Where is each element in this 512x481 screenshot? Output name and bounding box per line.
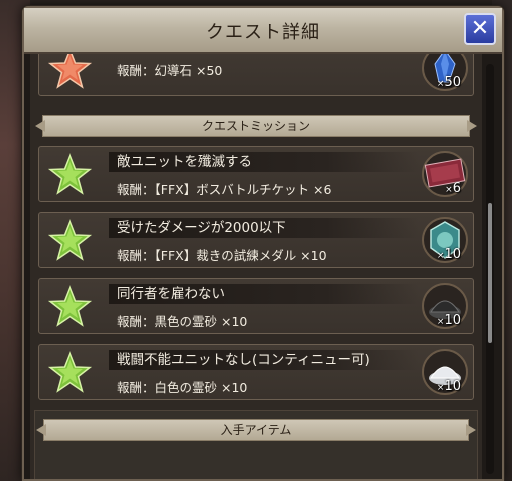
mission-title: 同行者を雇わない [109,284,419,304]
scrollbar-thumb[interactable] [488,203,492,343]
mission-reward: 報酬：【FFX】ボスバトルチケット ×6 [117,182,332,197]
dialog-title: クエスト詳細 [206,22,320,43]
trial-medal-item[interactable]: ×10 [421,216,469,264]
item-quantity: ×10 [436,313,461,328]
top-reward-text: 報酬：幻導石 ×50 [117,63,223,78]
top-reward-row: 報酬：幻導石 ×50 ×50 [38,54,474,96]
star-icon [47,152,93,195]
star-icon [47,284,93,327]
mission-reward: 報酬：黒色の霊砂 ×10 [117,314,248,329]
dialog-content: 報酬：幻導石 ×50 ×50 クエストミッション 敵ユニットを殲滅する 報酬：【… [30,54,482,479]
boss-ticket-item[interactable]: ×6 [421,150,469,198]
crystal-item[interactable]: ×50 [421,54,469,92]
item-quantity: ×10 [436,247,461,262]
mission-row[interactable]: 受けたダメージが2000以下 報酬：【FFX】裁きの試練メダル ×10 ×10 [38,212,474,268]
mission-section-header: クエストミッション [42,115,470,137]
mission-title: 敵ユニットを殲滅する [109,152,419,172]
star-icon [47,350,93,393]
dialog-titlebar: クエスト詳細 ✕ [24,8,502,54]
items-panel: 入手アイテム [34,410,478,479]
mission-row[interactable]: 敵ユニットを殲滅する 報酬：【FFX】ボスバトルチケット ×6 ×6 [38,146,474,202]
item-quantity: ×10 [436,379,461,394]
black-sand-item[interactable]: ×10 [421,282,469,330]
mission-row[interactable]: 同行者を雇わない 報酬：黒色の霊砂 ×10 ×10 [38,278,474,334]
mission-reward: 報酬：【FFX】裁きの試練メダル ×10 [117,248,327,263]
white-sand-item[interactable]: ×10 [421,348,469,396]
mission-title: 戦闘不能ユニットなし(コンティニュー可) [109,350,419,370]
mission-title: 受けたダメージが2000以下 [109,218,419,238]
quest-detail-dialog: クエスト詳細 ✕ 報酬：幻導石 ×50 ×50 クエストミッション 敵ユニットを… [22,6,504,481]
mission-reward: 報酬：白色の霊砂 ×10 [117,380,248,395]
items-section-header: 入手アイテム [43,419,469,441]
item-quantity: ×6 [445,181,461,196]
star-icon [47,54,93,89]
item-quantity: ×50 [436,75,461,90]
mission-row[interactable]: 戦闘不能ユニットなし(コンティニュー可) 報酬：白色の霊砂 ×10 ×10 [38,344,474,400]
star-icon [47,218,93,261]
close-button[interactable]: ✕ [464,13,496,45]
